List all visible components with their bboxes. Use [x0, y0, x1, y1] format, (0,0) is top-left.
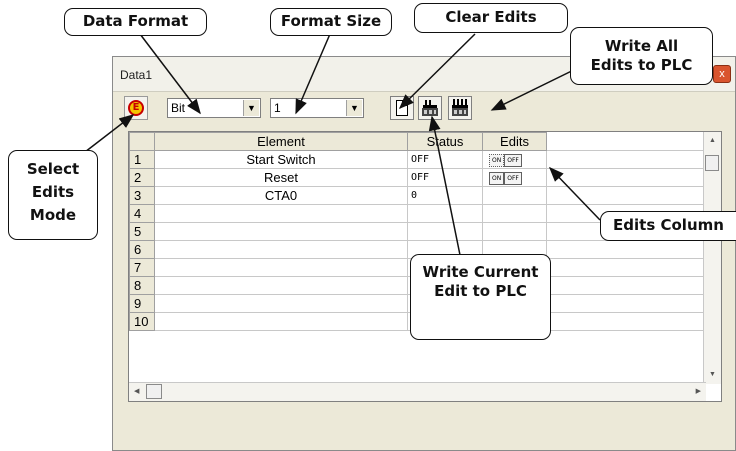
callout-write-all-line2: Edits to PLC [590, 56, 693, 74]
callout-select-line2: Edits [31, 183, 75, 201]
callout-edits-column: Edits Column [600, 211, 736, 241]
callout-write-all: Write All Edits to PLC [570, 27, 713, 85]
callout-select-line1: Select [26, 160, 80, 178]
callout-clear-edits: Clear Edits [414, 3, 568, 33]
callout-write-current: Write Current Edit to PLC [410, 254, 551, 340]
callout-format-size: Format Size [270, 8, 392, 36]
callout-write-current-line1: Write Current [422, 263, 539, 281]
arrow-select-mode [84, 114, 135, 153]
callout-write-current-line2: Edit to PLC [434, 282, 527, 300]
callout-data-format: Data Format [64, 8, 207, 36]
arrow-write-current [428, 115, 461, 256]
callout-select-line3: Mode [29, 206, 77, 224]
arrow-edits-column [548, 166, 601, 221]
arrow-format-size [295, 33, 331, 115]
arrow-data-format [139, 33, 201, 115]
arrow-clear-edits [398, 33, 476, 110]
callout-select-edits-mode: Select Edits Mode [8, 150, 98, 240]
callout-write-all-line1: Write All [604, 37, 679, 55]
